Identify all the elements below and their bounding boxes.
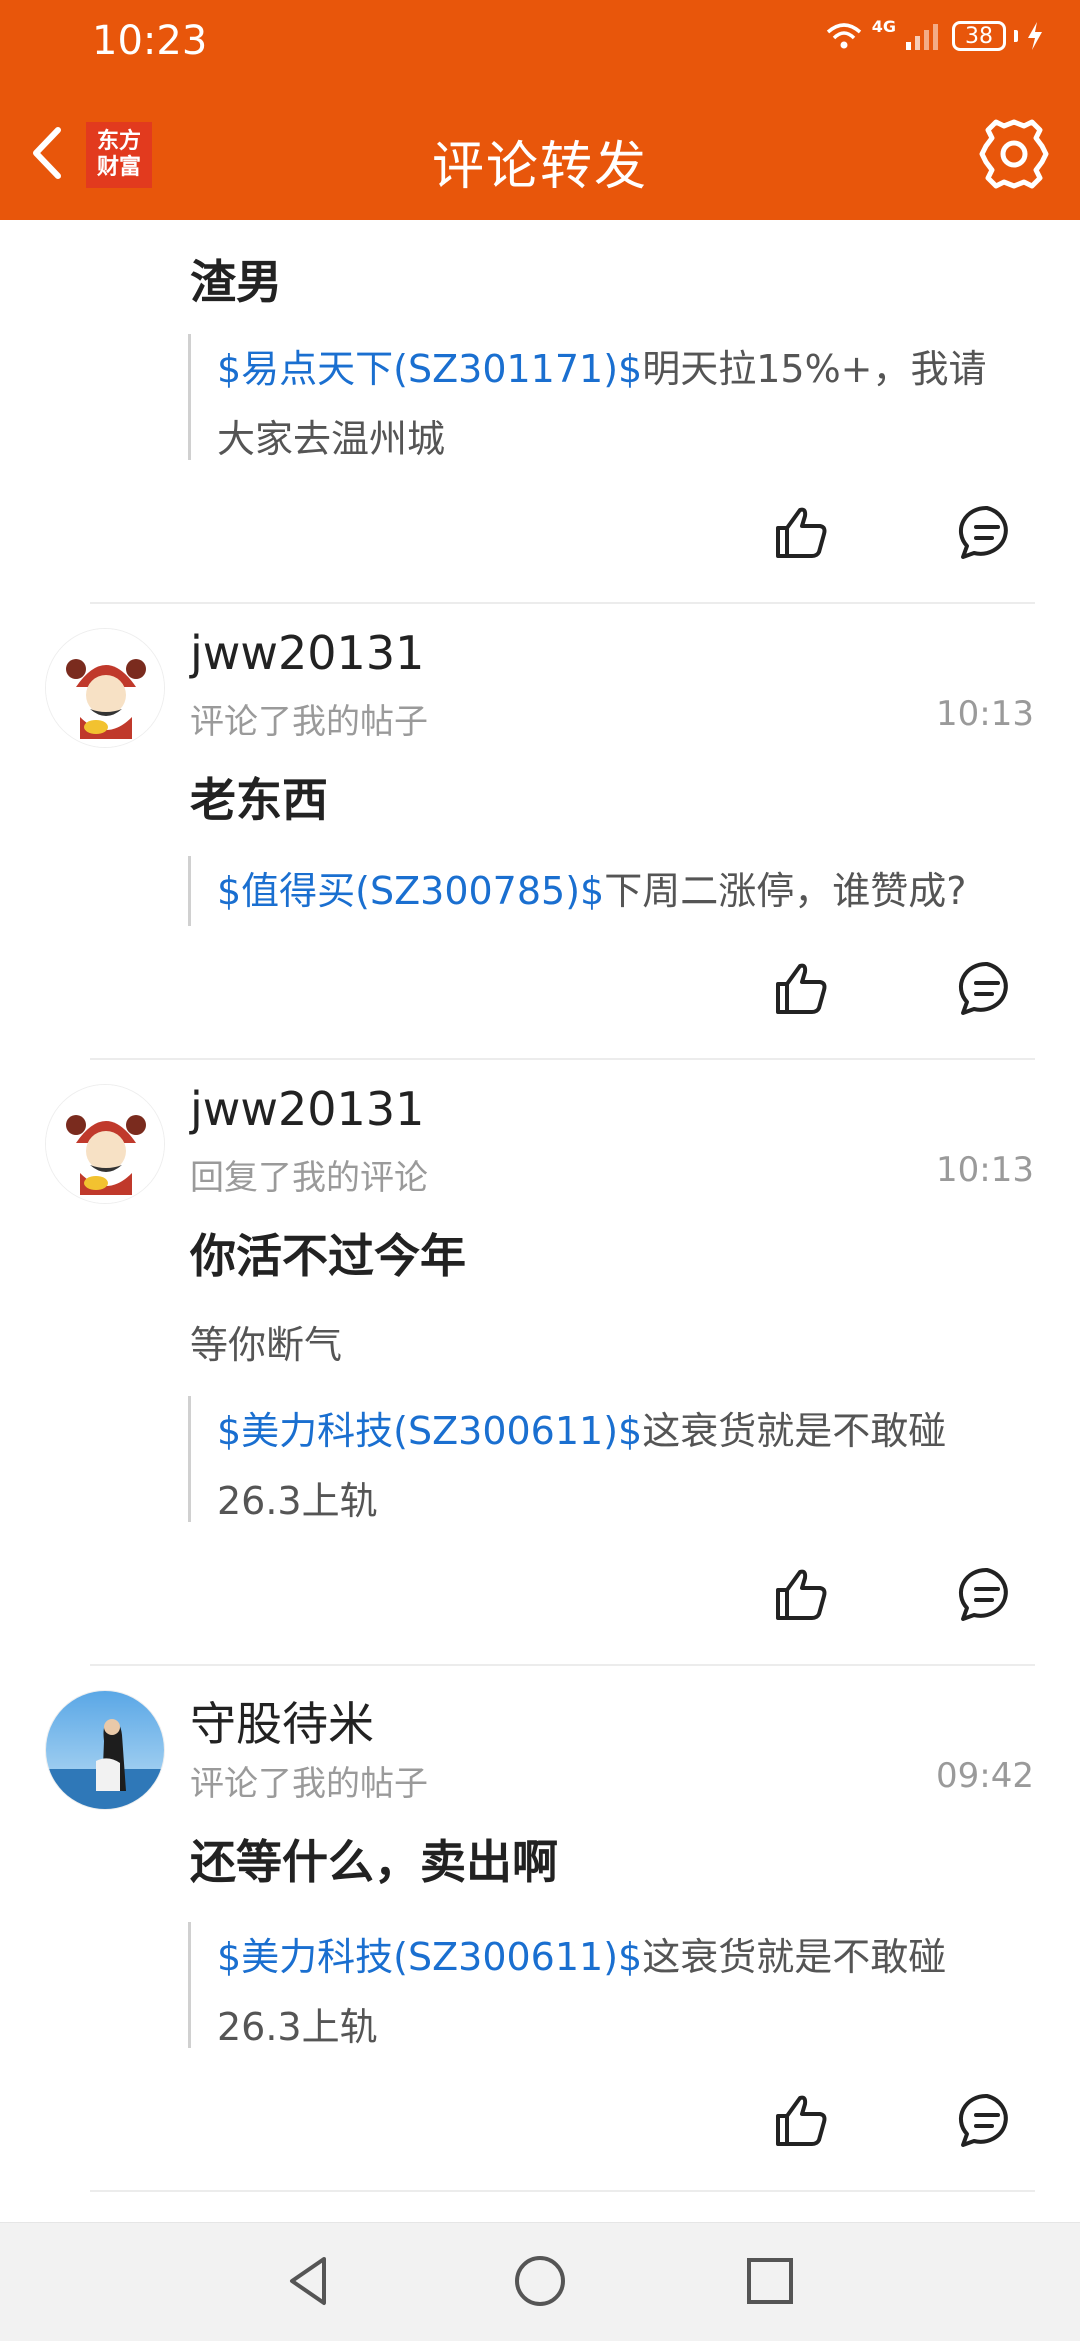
action-text: 评论了我的帖子 [190, 702, 428, 742]
reply-icon[interactable] [956, 1564, 1018, 1626]
quoted-post[interactable]: $易点天下(SZ301171)$明天拉15%+，我请大家去温州城 [188, 334, 1018, 461]
signal-icon [906, 24, 938, 50]
action-text: 回复了我的评论 [190, 1158, 428, 1198]
wifi-icon [826, 23, 861, 49]
like-icon[interactable] [770, 502, 832, 564]
status-bar: 10:23 4G 38 [0, 0, 1080, 82]
reply-icon[interactable] [956, 2090, 1018, 2152]
quoted-post[interactable]: $值得买(SZ300785)$下周二涨停，谁赞成? [188, 856, 1018, 926]
like-icon[interactable] [770, 2090, 832, 2152]
divider [90, 2190, 1035, 2192]
reply-text: 等你断气 [190, 1323, 343, 1367]
comment-text: 还等什么，卖出啊 [190, 1835, 558, 1889]
action-text: 评论了我的帖子 [190, 1764, 428, 1804]
quoted-post[interactable]: $美力科技(SZ300611)$这衰货就是不敢碰26.3上轨 [188, 1396, 1018, 1523]
username[interactable]: 守股待米 [190, 1688, 374, 1754]
status-time: 10:23 [92, 18, 208, 64]
comment-text: 你活不过今年 [190, 1229, 466, 1283]
divider [90, 1664, 1035, 1666]
like-icon[interactable] [770, 1564, 832, 1626]
stock-link[interactable]: $值得买(SZ300785)$ [217, 869, 604, 913]
timestamp: 09:42 [936, 1756, 1034, 1796]
nav-recents-icon[interactable] [740, 2251, 800, 2311]
divider [90, 1058, 1035, 1060]
reply-icon[interactable] [956, 502, 1018, 564]
charging-icon [1028, 22, 1042, 50]
comment-text: 老东西 [190, 773, 328, 827]
divider [90, 602, 1035, 604]
like-icon[interactable] [770, 958, 832, 1020]
network-type: 4G [871, 16, 896, 36]
reply-icon[interactable] [956, 958, 1018, 1020]
battery-indicator: 38 [952, 21, 1006, 51]
timestamp: 10:13 [936, 1150, 1034, 1190]
stock-link[interactable]: $易点天下(SZ301171)$ [217, 347, 642, 391]
avatar[interactable] [45, 1690, 165, 1810]
nav-back-icon[interactable] [280, 2251, 340, 2311]
status-icons: 4G 38 [824, 16, 1044, 52]
avatar[interactable] [45, 1084, 165, 1204]
nav-home-icon[interactable] [510, 2251, 570, 2311]
avatar[interactable] [45, 628, 165, 748]
settings-icon[interactable] [976, 116, 1052, 192]
username[interactable]: jww20131 [190, 1082, 424, 1136]
quote-text: 下周二涨停，谁赞成? [604, 869, 967, 913]
stock-link[interactable]: $美力科技(SZ300611)$ [217, 1935, 642, 1979]
battery-tip [1014, 30, 1018, 42]
username[interactable]: jww20131 [190, 626, 424, 680]
stock-link[interactable]: $美力科技(SZ300611)$ [217, 1409, 642, 1453]
system-nav-bar [0, 2222, 1080, 2341]
timestamp: 10:13 [936, 694, 1034, 734]
header-bar: 东方 财富 评论转发 [0, 82, 1080, 220]
comment-text: 渣男 [190, 255, 282, 309]
quoted-post[interactable]: $美力科技(SZ300611)$这衰货就是不敢碰26.3上轨 [188, 1922, 1018, 2049]
page-title: 评论转发 [431, 137, 648, 197]
